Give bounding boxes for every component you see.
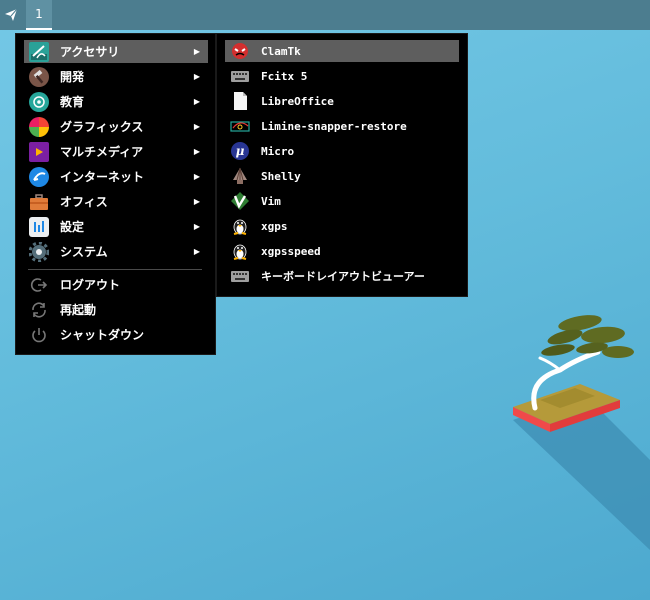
submenu-item-label: xgps xyxy=(261,219,288,233)
shelly-icon xyxy=(230,166,250,186)
submenu-arrow-icon: ▶ xyxy=(193,172,200,181)
menu-item-graphics[interactable]: グラフィックス ▶ xyxy=(24,115,208,138)
submenu-arrow-icon: ▶ xyxy=(193,197,200,206)
menu-item-label: シャットダウン xyxy=(60,328,145,342)
submenu-item-label: キーボードレイアウトビューアー xyxy=(261,270,425,283)
vim-icon xyxy=(230,191,250,211)
menu-item-education[interactable]: 教育 ▶ xyxy=(24,90,208,113)
logout-icon xyxy=(29,275,49,295)
limine-icon xyxy=(230,116,250,136)
submenu-item-label: xgpsspeed xyxy=(261,244,321,258)
keyboard-icon xyxy=(230,266,250,286)
app-launcher-button[interactable] xyxy=(0,0,22,30)
menu-item-multimedia[interactable]: マルチメディア ▶ xyxy=(24,140,208,163)
hammer-icon xyxy=(29,66,49,87)
tux-icon xyxy=(230,241,250,261)
submenu-item-clamtk[interactable]: ClamTk xyxy=(225,40,459,62)
menu-item-label: 再起動 xyxy=(60,303,97,317)
menu-item-restart[interactable]: 再起動 xyxy=(24,298,208,321)
menu-item-shutdown[interactable]: シャットダウン xyxy=(24,323,208,346)
tux-icon xyxy=(230,216,250,236)
submenu-item-label: Shelly xyxy=(261,169,301,183)
submenu-arrow-icon: ▶ xyxy=(193,72,200,81)
multimedia-icon xyxy=(29,141,49,162)
submenu-item-shelly[interactable]: Shelly xyxy=(225,165,459,187)
submenu-item-keyboard-layout-viewer[interactable]: キーボードレイアウトビューアー xyxy=(225,265,459,287)
menu-item-label: ログアウト xyxy=(60,278,121,292)
menu-item-development[interactable]: 開発 ▶ xyxy=(24,65,208,88)
taskbar: 1 xyxy=(0,0,650,30)
menu-item-label: 設定 xyxy=(60,220,85,234)
submenu-item-micro[interactable]: μ Micro xyxy=(225,140,459,162)
settings-icon xyxy=(29,216,49,237)
submenu-arrow-icon: ▶ xyxy=(193,147,200,156)
clamtk-icon xyxy=(230,41,250,61)
menu-item-system[interactable]: システム ▶ xyxy=(24,240,208,263)
menu-item-internet[interactable]: インターネット ▶ xyxy=(24,165,208,188)
main-menu: アクセサリ ▶ 開発 ▶ 教育 ▶ グラフィックス ▶ マルチメディア ▶ イン… xyxy=(15,33,216,355)
submenu-item-libreoffice[interactable]: LibreOffice xyxy=(225,90,459,112)
menu-item-logout[interactable]: ログアウト xyxy=(24,273,208,296)
submenu-item-limine-snapper-restore[interactable]: Limine-snapper-restore xyxy=(225,115,459,137)
submenu-item-fcitx5[interactable]: Fcitx 5 xyxy=(225,65,459,87)
menu-item-label: アクセサリ xyxy=(60,45,120,59)
submenu-arrow-icon: ▶ xyxy=(193,97,200,106)
wallpaper-island-illustration xyxy=(513,315,650,550)
svg-text:μ: μ xyxy=(236,144,245,158)
menu-item-label: グラフィックス xyxy=(60,120,144,134)
submenu-item-label: Limine-snapper-restore xyxy=(261,119,407,133)
submenu-arrow-icon: ▶ xyxy=(193,122,200,131)
submenu-arrow-icon: ▶ xyxy=(193,47,200,56)
submenu-item-label: LibreOffice xyxy=(261,94,334,108)
submenu-item-label: Vim xyxy=(261,194,281,208)
menu-item-label: 開発 xyxy=(60,70,85,84)
keyboard-icon xyxy=(230,66,250,86)
education-icon xyxy=(29,91,49,112)
menu-item-accessories[interactable]: アクセサリ ▶ xyxy=(24,40,208,63)
menu-item-office[interactable]: オフィス ▶ xyxy=(24,190,208,213)
graphics-icon xyxy=(29,116,49,137)
paper-plane-icon xyxy=(5,8,18,21)
submenu-item-label: ClamTk xyxy=(261,44,301,58)
menu-item-settings[interactable]: 設定 ▶ xyxy=(24,215,208,238)
submenu-item-xgpsspeed[interactable]: xgpsspeed xyxy=(225,240,459,262)
submenu-item-vim[interactable]: Vim xyxy=(225,190,459,212)
accessories-icon xyxy=(29,41,49,62)
internet-icon xyxy=(29,166,49,187)
submenu-item-label: Micro xyxy=(261,144,295,158)
gear-icon xyxy=(28,241,50,262)
accessories-submenu: ClamTk Fcitx 5 LibreOffice Limine-snappe… xyxy=(216,33,468,297)
menu-item-label: オフィス xyxy=(60,195,108,209)
submenu-item-label: Fcitx 5 xyxy=(261,69,308,83)
submenu-arrow-icon: ▶ xyxy=(193,247,200,256)
micro-icon: μ xyxy=(230,141,250,161)
power-icon xyxy=(29,325,49,345)
submenu-item-xgps[interactable]: xgps xyxy=(225,215,459,237)
briefcase-icon xyxy=(29,192,49,212)
menu-item-label: 教育 xyxy=(60,95,85,109)
restart-icon xyxy=(29,300,49,320)
menu-item-label: マルチメディア xyxy=(60,145,144,159)
submenu-arrow-icon: ▶ xyxy=(193,222,200,231)
workspace-button[interactable]: 1 xyxy=(26,0,52,30)
menu-item-label: システム xyxy=(60,245,108,259)
menu-item-label: インターネット xyxy=(60,170,145,184)
menu-separator xyxy=(28,269,202,270)
document-icon xyxy=(230,91,250,111)
